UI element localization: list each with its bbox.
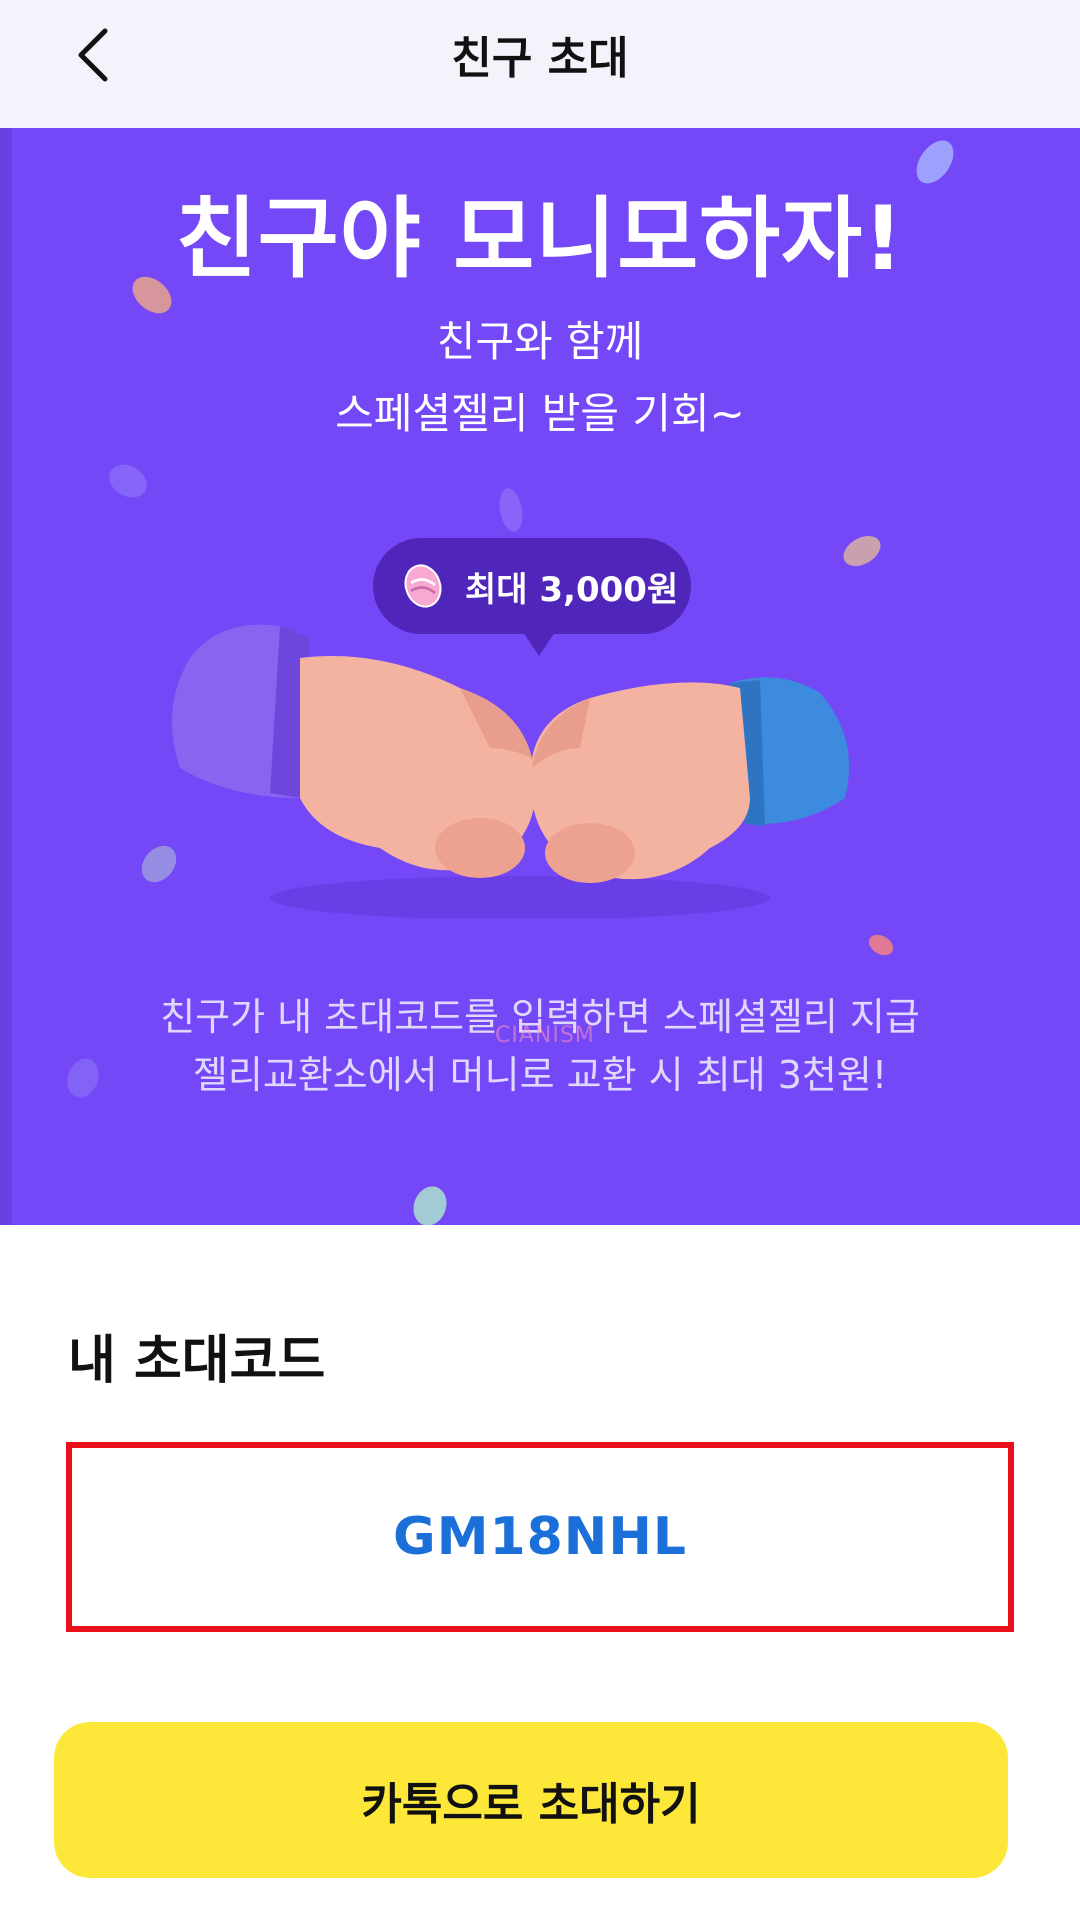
fist-bump-illustration — [172, 624, 850, 918]
kakao-invite-button-label: 카톡으로 초대하기 — [361, 1779, 701, 1830]
banner-subtitle-line2: 스페셜젤리 받을 기회~ — [335, 389, 745, 438]
my-invite-code-label: 내 초대코드 — [68, 1331, 326, 1391]
invite-code-box[interactable]: GM18NHL — [66, 1442, 1014, 1632]
invite-promo-banner: 친구야 모니모하자! 친구와 함께 스페셜젤리 받을 기회~ 최대 3,000원 — [0, 128, 1080, 1225]
confetti-decoration — [103, 458, 153, 504]
kakao-invite-button[interactable]: 카톡으로 초대하기 — [54, 1722, 1008, 1878]
chevron-left-icon — [78, 28, 108, 82]
banner-subtitle-line1: 친구와 함께 — [436, 317, 644, 366]
banner-headline: 친구야 모니모하자! — [175, 187, 905, 290]
confetti-decoration — [408, 1181, 452, 1225]
watermark: CIANISM — [495, 1023, 595, 1048]
confetti-decoration — [865, 930, 897, 960]
banner-description-line2: 젤리교환소에서 머니로 교환 시 최대 3천원! — [192, 1053, 888, 1097]
page-title: 친구 초대 — [451, 33, 629, 84]
confetti-decoration — [838, 529, 886, 573]
friend-invite-screen: 친구 초대 친구야 모니모하자! 친구와 함께 스페셜젤리 받을 기회~ 최대 … — [0, 0, 1080, 1920]
top-app-bar: 친구 초대 — [0, 0, 1080, 128]
invite-code-value[interactable]: GM18NHL — [393, 1507, 687, 1567]
confetti-decoration — [496, 486, 526, 534]
back-button[interactable] — [58, 20, 128, 90]
